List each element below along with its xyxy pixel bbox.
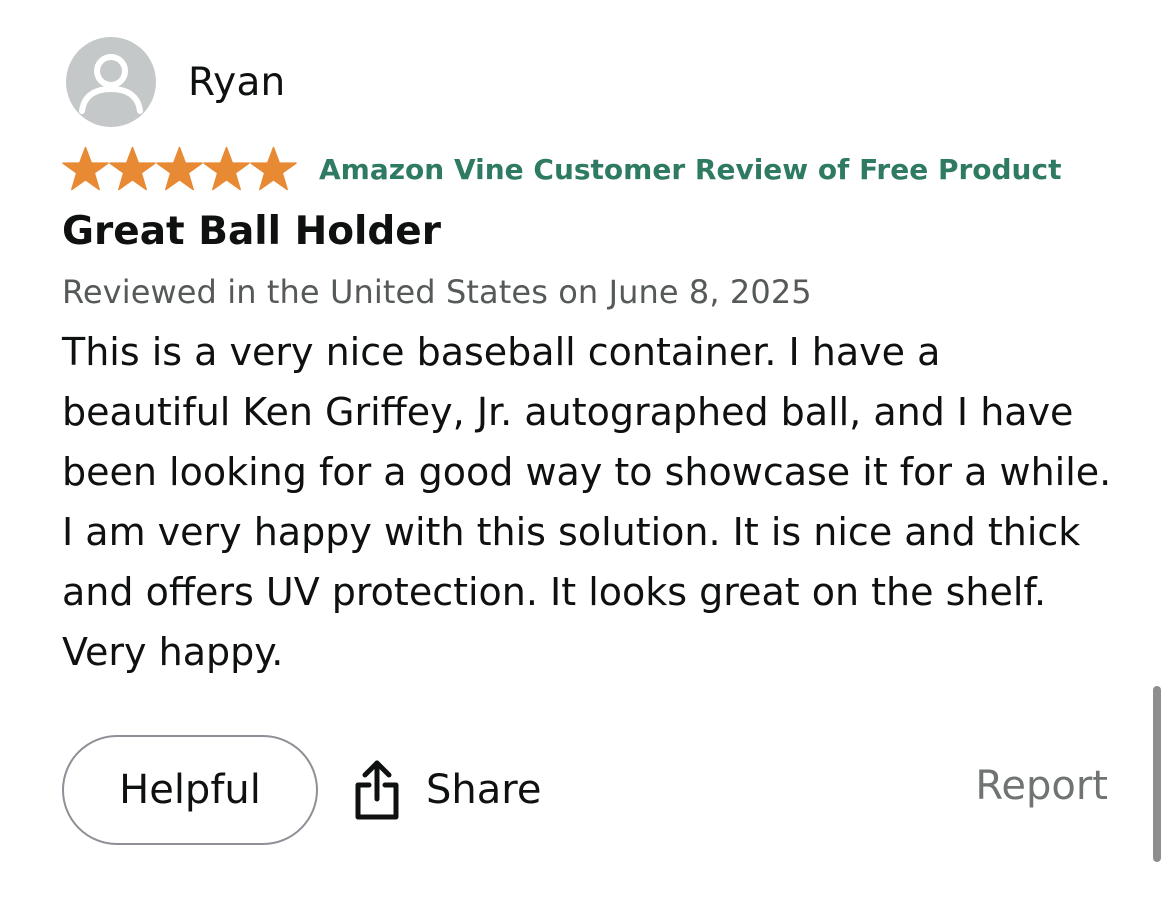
vine-badge: Amazon Vine Customer Review of Free Prod… (319, 152, 1062, 186)
star-icon (250, 146, 297, 191)
reviewer-row: Ryan (62, 36, 1122, 128)
rating-row: Amazon Vine Customer Review of Free Prod… (62, 145, 1122, 193)
star-icon (62, 146, 109, 191)
avatar[interactable] (66, 37, 156, 127)
helpful-button[interactable]: Helpful (62, 735, 318, 845)
report-link[interactable]: Report (975, 763, 1108, 809)
star-icon (156, 146, 203, 191)
review-date: Reviewed in the United States on June 8,… (62, 273, 812, 311)
star-rating[interactable] (62, 146, 297, 192)
scrollbar[interactable] (1153, 686, 1161, 862)
reviewer-name[interactable]: Ryan (188, 60, 285, 105)
review-actions: Helpful Share Report (62, 735, 1112, 849)
star-icon (109, 146, 156, 191)
review-title[interactable]: Great Ball Holder (62, 205, 1122, 259)
review-body: This is a very nice baseball container. … (62, 330, 1112, 674)
user-silhouette-icon (79, 54, 143, 114)
share-icon (355, 760, 399, 820)
star-icon (203, 146, 250, 191)
review-card: Ryan Amazon Vine Customer Review of Free… (62, 36, 1122, 682)
share-label: Share (426, 767, 542, 813)
share-button[interactable]: Share (352, 757, 541, 823)
